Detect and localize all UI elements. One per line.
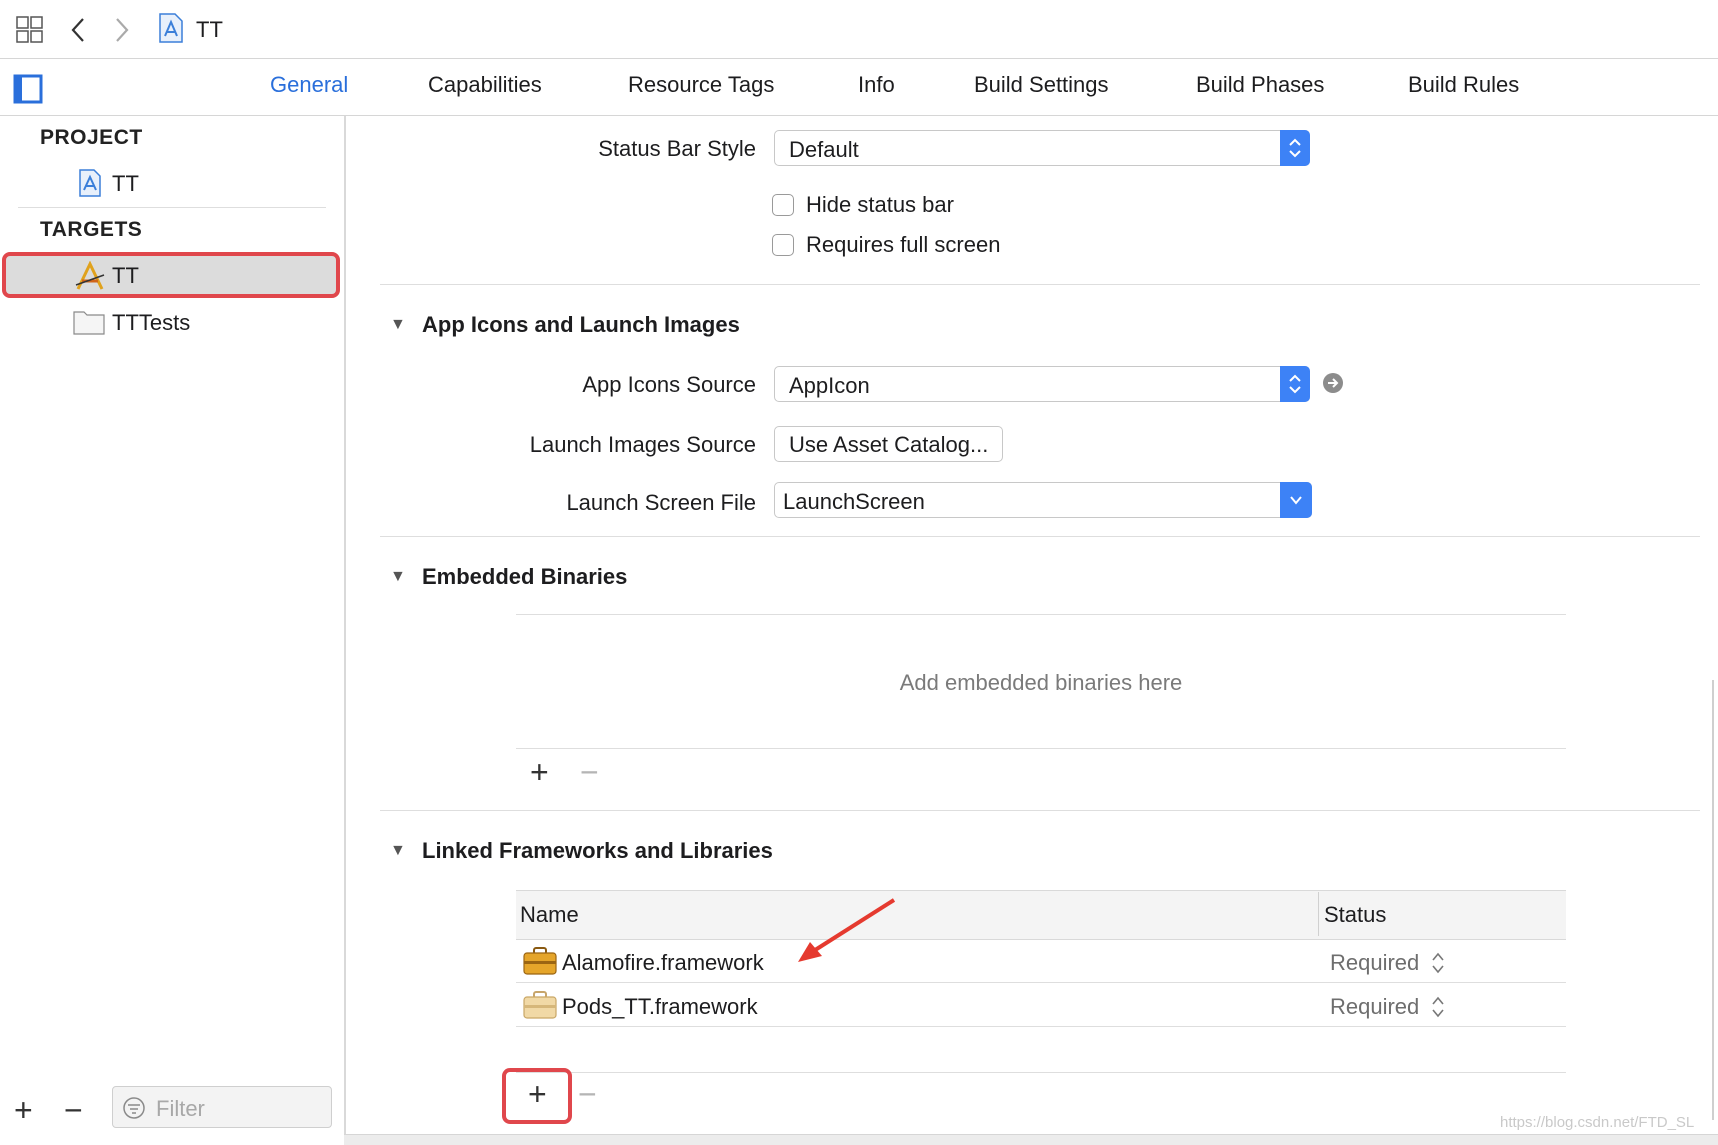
updown-chevron-icon[interactable] (1280, 366, 1310, 402)
embedded-binaries-section-title: Embedded Binaries (422, 564, 628, 589)
chevron-down-icon[interactable] (1280, 482, 1312, 518)
launch-images-source-label: Launch Images Source (529, 432, 756, 457)
sidebar-item-project-tt[interactable]: TT (112, 171, 139, 197)
sidebar-remove-button[interactable]: − (64, 1094, 83, 1126)
section-divider (380, 536, 1700, 537)
embedded-remove-button[interactable]: − (580, 756, 599, 788)
tab-capabilities[interactable]: Capabilities (428, 72, 542, 98)
updown-chevron-icon[interactable] (1430, 950, 1446, 976)
project-file-icon (79, 169, 101, 197)
top-bar (0, 0, 1718, 59)
tab-build-rules[interactable]: Build Rules (1408, 72, 1519, 98)
app-icons-section-title: App Icons and Launch Images (422, 312, 740, 337)
hide-status-bar-label: Hide status bar (806, 192, 954, 217)
requires-full-screen-label: Requires full screen (806, 232, 1001, 257)
window-title: TT (196, 17, 223, 42)
linked-table-header (516, 890, 1566, 940)
launch-screen-file-label: Launch Screen File (566, 490, 756, 515)
sidebar-toggle-icon[interactable] (13, 74, 43, 104)
app-icons-source-label: App Icons Source (582, 372, 756, 397)
embedded-binaries-placeholder: Add embedded binaries here (899, 670, 1183, 695)
app-icons-source-value: AppIcon (789, 373, 870, 398)
framework-status-pods-tt[interactable]: Required (1330, 994, 1419, 1020)
tab-build-settings[interactable]: Build Settings (974, 72, 1109, 98)
updown-chevron-icon[interactable] (1280, 130, 1310, 166)
back-chevron-icon[interactable] (68, 16, 88, 44)
section-divider (380, 284, 1700, 285)
hide-status-bar-checkbox[interactable] (772, 194, 794, 216)
disclosure-triangle-icon[interactable]: ▼ (390, 842, 406, 860)
app-icons-source-select[interactable]: AppIcon (774, 366, 1310, 402)
folder-icon (73, 311, 105, 335)
column-header-status[interactable]: Status (1324, 902, 1386, 928)
row-divider (516, 1026, 1566, 1027)
tab-build-phases[interactable]: Build Phases (1196, 72, 1324, 98)
updown-chevron-icon[interactable] (1430, 994, 1446, 1020)
bottom-bar (344, 1134, 1718, 1145)
status-bar-style-select[interactable]: Default (774, 130, 1310, 166)
linked-remove-button[interactable]: − (578, 1078, 597, 1110)
status-bar-style-label: Status Bar Style (598, 136, 756, 161)
tab-resource-tags[interactable]: Resource Tags (628, 72, 774, 98)
linked-add-button[interactable]: + (528, 1078, 547, 1110)
disclosure-triangle-icon[interactable]: ▼ (390, 568, 406, 586)
section-divider (380, 810, 1700, 811)
watermark-text: https://blog.csdn.net/FTD_SL (1500, 1114, 1695, 1131)
sidebar-item-target-tt-selected[interactable] (2, 252, 340, 298)
sidebar-divider (18, 207, 326, 208)
table-top-border (516, 614, 1566, 615)
status-bar-style-value: Default (789, 137, 859, 162)
framework-toolbox-icon (523, 947, 557, 975)
grid-icon[interactable] (16, 16, 44, 44)
filter-placeholder: Filter (156, 1096, 205, 1121)
framework-status-alamofire[interactable]: Required (1330, 950, 1419, 976)
table-bottom-border (516, 1072, 1566, 1073)
annotation-arrow-icon (798, 898, 896, 962)
table-bottom-border (516, 748, 1566, 749)
launch-screen-file-value: LaunchScreen (783, 489, 925, 514)
tab-info[interactable]: Info (858, 72, 895, 98)
targets-heading: TARGETS (40, 218, 143, 241)
use-asset-catalog-button[interactable]: Use Asset Catalog... (774, 426, 1004, 462)
column-divider (1318, 892, 1319, 936)
launch-screen-file-combo[interactable]: LaunchScreen (774, 482, 1312, 518)
requires-full-screen-checkbox[interactable] (772, 234, 794, 256)
sidebar-item-target-tt-label: TT (112, 263, 139, 288)
embedded-add-button[interactable]: + (530, 756, 549, 788)
scrollbar[interactable] (1712, 680, 1714, 1120)
filter-icon (123, 1097, 145, 1119)
forward-chevron-icon[interactable] (112, 16, 132, 44)
column-header-name[interactable]: Name (520, 902, 579, 928)
sidebar-add-button[interactable]: + (14, 1094, 33, 1126)
tab-general[interactable]: General (270, 72, 348, 98)
framework-name-alamofire[interactable]: Alamofire.framework (562, 950, 764, 976)
project-heading: PROJECT (40, 126, 143, 149)
framework-name-pods-tt[interactable]: Pods_TT.framework (562, 994, 758, 1020)
disclosure-triangle-icon[interactable]: ▼ (390, 316, 406, 334)
app-target-icon (75, 261, 105, 290)
row-divider (516, 982, 1566, 983)
framework-toolbox-icon (523, 991, 557, 1019)
sidebar-item-target-tttests[interactable]: TTTests (112, 310, 190, 336)
go-arrow-icon[interactable] (1322, 372, 1344, 394)
project-file-icon (159, 13, 183, 43)
linked-frameworks-section-title: Linked Frameworks and Libraries (422, 838, 773, 863)
